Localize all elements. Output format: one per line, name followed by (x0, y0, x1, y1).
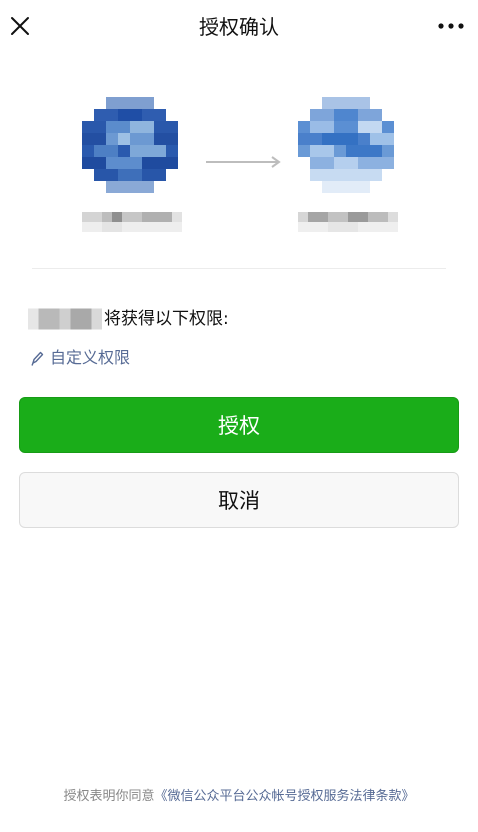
page-title: 授权确认 (199, 15, 279, 39)
permissions-text: 将获得以下权限: (104, 309, 229, 329)
permissions-header: 将获得以下权限: (28, 306, 229, 332)
app-avatar (298, 97, 394, 193)
app-name-inline-blurred (28, 308, 102, 330)
divider (32, 268, 446, 269)
header-bar: 授权确认 (0, 0, 478, 54)
authorize-button[interactable]: 授权 (19, 397, 459, 453)
pencil-icon (30, 350, 44, 366)
footer-prefix: 授权表明你同意 (63, 789, 155, 804)
footer-terms: 授权表明你同意《微信公众平台公众帐号授权服务法律条款》 (0, 787, 478, 807)
user-avatar (82, 97, 178, 193)
custom-permissions-link[interactable]: 自定义权限 (30, 345, 130, 371)
arrow-right-icon (204, 154, 282, 170)
terms-link[interactable]: 《微信公众平台公众帐号授权服务法律条款》 (155, 789, 415, 804)
app-name-blurred (298, 212, 408, 242)
close-icon[interactable] (6, 12, 34, 40)
cancel-button[interactable]: 取消 (19, 472, 459, 528)
user-name-blurred (82, 212, 192, 242)
custom-permissions-label: 自定义权限 (50, 348, 131, 367)
more-dots-icon[interactable] (434, 12, 468, 40)
